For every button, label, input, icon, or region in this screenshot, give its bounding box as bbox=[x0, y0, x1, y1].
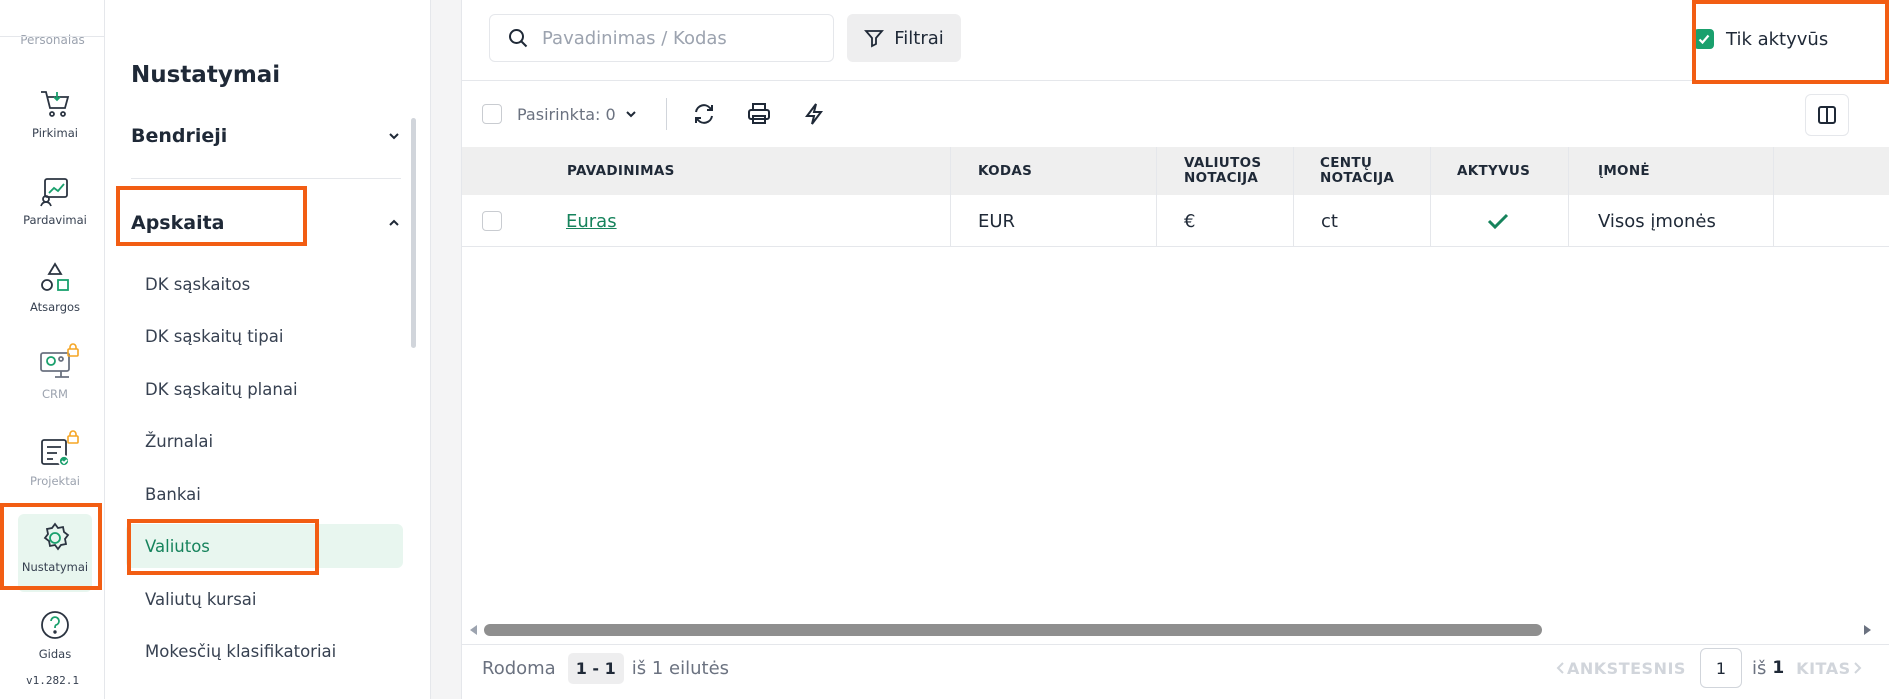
sidebar-item-dk-saskaitos[interactable]: DK sąskaitos bbox=[126, 262, 403, 306]
column-header-company[interactable]: ĮMONĖ bbox=[1598, 147, 1650, 195]
chevron-left-icon bbox=[1556, 662, 1564, 674]
header-divider bbox=[462, 80, 1889, 81]
table-row[interactable]: Euras EUR € ct Visos įmonės bbox=[462, 195, 1889, 247]
rail-divider bbox=[0, 36, 105, 37]
next-page-button[interactable]: KITAS bbox=[1796, 659, 1862, 678]
app-version: v1.282.1 bbox=[26, 674, 79, 687]
column-header-cents-notation[interactable]: CENTŲ NOTACIJA bbox=[1320, 147, 1394, 195]
sidebar-item-valiutos[interactable]: Valiutos bbox=[126, 524, 403, 568]
toolbar-divider bbox=[665, 98, 667, 130]
cell-code: EUR bbox=[978, 210, 1016, 232]
rail-label: Atsargos bbox=[29, 300, 81, 314]
chevron-right-icon bbox=[1853, 662, 1862, 674]
page-number-input[interactable] bbox=[1699, 648, 1742, 688]
section-bendrieji[interactable]: Bendrieji bbox=[131, 114, 401, 158]
rail-item-pirkimai[interactable]: Pirkimai bbox=[18, 80, 92, 158]
scroll-right-arrow[interactable] bbox=[1864, 625, 1871, 635]
sidebar-item-bankai[interactable]: Bankai bbox=[126, 472, 403, 516]
rail-item-nustatymai[interactable]: Nustatymai bbox=[18, 514, 92, 592]
active-only-checkbox[interactable] bbox=[1694, 29, 1714, 49]
section-apskaita[interactable]: Apskaita bbox=[131, 201, 401, 245]
sidebar-item-mokesciu-klasifikatoriai[interactable]: Mokesčių klasifikatoriai bbox=[126, 629, 403, 673]
gear-icon bbox=[43, 522, 70, 551]
selection-dropdown[interactable]: Pasirinkta: 0 bbox=[517, 105, 638, 124]
rail-label: CRM bbox=[42, 387, 68, 401]
sidebar-item-zurnalai[interactable]: Žurnalai bbox=[126, 419, 403, 463]
chevron-up-icon bbox=[389, 219, 399, 226]
columns-icon bbox=[1818, 106, 1836, 124]
horizontal-scroll-thumb[interactable] bbox=[484, 624, 1542, 636]
column-header-currency-notation[interactable]: VALIUTOS NOTACIJA bbox=[1184, 147, 1261, 195]
scroll-left-arrow[interactable] bbox=[470, 625, 477, 635]
lock-icon bbox=[67, 430, 79, 444]
rail-label: Gidas bbox=[38, 647, 72, 661]
rail-label: Nustatymai bbox=[21, 560, 89, 574]
check-icon bbox=[1698, 34, 1710, 45]
shapes-icon bbox=[41, 262, 69, 291]
showing-label: Rodoma bbox=[482, 657, 556, 679]
select-all-checkbox[interactable] bbox=[482, 104, 502, 124]
filter-label: Filtrai bbox=[894, 27, 944, 49]
rail-item-projektai[interactable]: Projektai bbox=[18, 428, 92, 506]
row-checkbox[interactable] bbox=[482, 211, 502, 231]
sidebar-item-dk-saskaitu-tipai[interactable]: DK sąskaitų tipai bbox=[126, 314, 403, 358]
rail-label: Projektai bbox=[30, 474, 80, 488]
refresh-icon[interactable] bbox=[691, 101, 717, 127]
active-only-toggle[interactable]: Tik aktyvūs bbox=[1694, 22, 1828, 56]
main-content: Filtrai Tik aktyvūs Pasirinkta: 0 bbox=[431, 0, 1889, 699]
horizontal-scrollbar[interactable] bbox=[484, 624, 1859, 636]
selection-count: Pasirinkta: 0 bbox=[517, 104, 616, 124]
settings-sidebar: Nustatymai Bendrieji Apskaita DK sąskait… bbox=[105, 0, 431, 699]
search-input[interactable] bbox=[542, 27, 802, 49]
cell-cents-notation: ct bbox=[1321, 210, 1338, 232]
sidebar-item-valiutu-kursai[interactable]: Valiutų kursai bbox=[126, 577, 403, 621]
rail-label: Pirkimai bbox=[32, 126, 78, 140]
rail-item-crm[interactable]: CRM bbox=[18, 341, 92, 419]
currency-name-link[interactable]: Euras bbox=[566, 211, 617, 232]
rail-label: Pardavimai bbox=[23, 213, 87, 227]
lock-icon bbox=[67, 343, 79, 357]
chevron-down-icon bbox=[389, 133, 399, 140]
app-window: Personalas Pirkimai Pardavimai Atsargos bbox=[0, 0, 1889, 699]
lightning-icon[interactable] bbox=[801, 101, 827, 127]
cart-icon bbox=[41, 91, 70, 117]
section-label: Apskaita bbox=[131, 212, 225, 234]
chevron-down-icon bbox=[625, 111, 636, 118]
sidebar-scrollbar[interactable] bbox=[411, 118, 416, 348]
cell-currency-notation: € bbox=[1184, 210, 1196, 232]
page-of-label: iš bbox=[1751, 657, 1767, 679]
search-box[interactable] bbox=[489, 14, 834, 62]
search-icon bbox=[509, 29, 528, 48]
section-divider bbox=[131, 178, 401, 179]
column-header-name[interactable]: PAVADINIMAS bbox=[567, 147, 675, 195]
currencies-panel: Filtrai Tik aktyvūs Pasirinkta: 0 bbox=[461, 0, 1889, 699]
help-icon bbox=[41, 611, 69, 639]
total-pages: 1 bbox=[1772, 658, 1785, 678]
prev-page-button[interactable]: ANKSTESNIS bbox=[1555, 659, 1686, 678]
print-icon[interactable] bbox=[746, 101, 772, 127]
filter-icon bbox=[864, 30, 885, 48]
filter-button[interactable]: Filtrai bbox=[847, 14, 961, 62]
sidebar-item-dk-saskaitu-planai[interactable]: DK sąskaitų planai bbox=[126, 367, 403, 411]
rail-item-pardavimai[interactable]: Pardavimai bbox=[18, 167, 92, 245]
table-toolbar: Pasirinkta: 0 bbox=[482, 96, 856, 132]
rail-item-gidas[interactable]: Gidas bbox=[18, 601, 92, 679]
pagination: ANKSTESNIS iš 1 KITAS bbox=[1555, 648, 1863, 688]
sales-chart-icon bbox=[40, 178, 68, 207]
sidebar-title: Nustatymai bbox=[131, 62, 281, 88]
rail-item-atsargos[interactable]: Atsargos bbox=[18, 254, 92, 332]
of-rows-label: iš 1 eilutės bbox=[631, 657, 730, 679]
columns-toggle-button[interactable] bbox=[1805, 94, 1849, 136]
active-check-icon bbox=[1487, 213, 1509, 230]
table-header: PAVADINIMAS KODAS VALIUTOS NOTACIJA CENTŲ… bbox=[462, 147, 1889, 195]
section-label: Bendrieji bbox=[131, 125, 228, 147]
active-only-label: Tik aktyvūs bbox=[1726, 28, 1829, 50]
cell-company: Visos įmonės bbox=[1598, 210, 1716, 232]
footer-divider bbox=[462, 644, 1889, 645]
column-header-active[interactable]: AKTYVUS bbox=[1457, 147, 1530, 195]
column-header-code[interactable]: KODAS bbox=[978, 147, 1032, 195]
row-count-info: Rodoma 1 - 1 iš 1 eilutės bbox=[482, 650, 729, 686]
range-badge: 1 - 1 bbox=[567, 652, 624, 684]
module-rail: Personalas Pirkimai Pardavimai Atsargos bbox=[0, 0, 105, 699]
